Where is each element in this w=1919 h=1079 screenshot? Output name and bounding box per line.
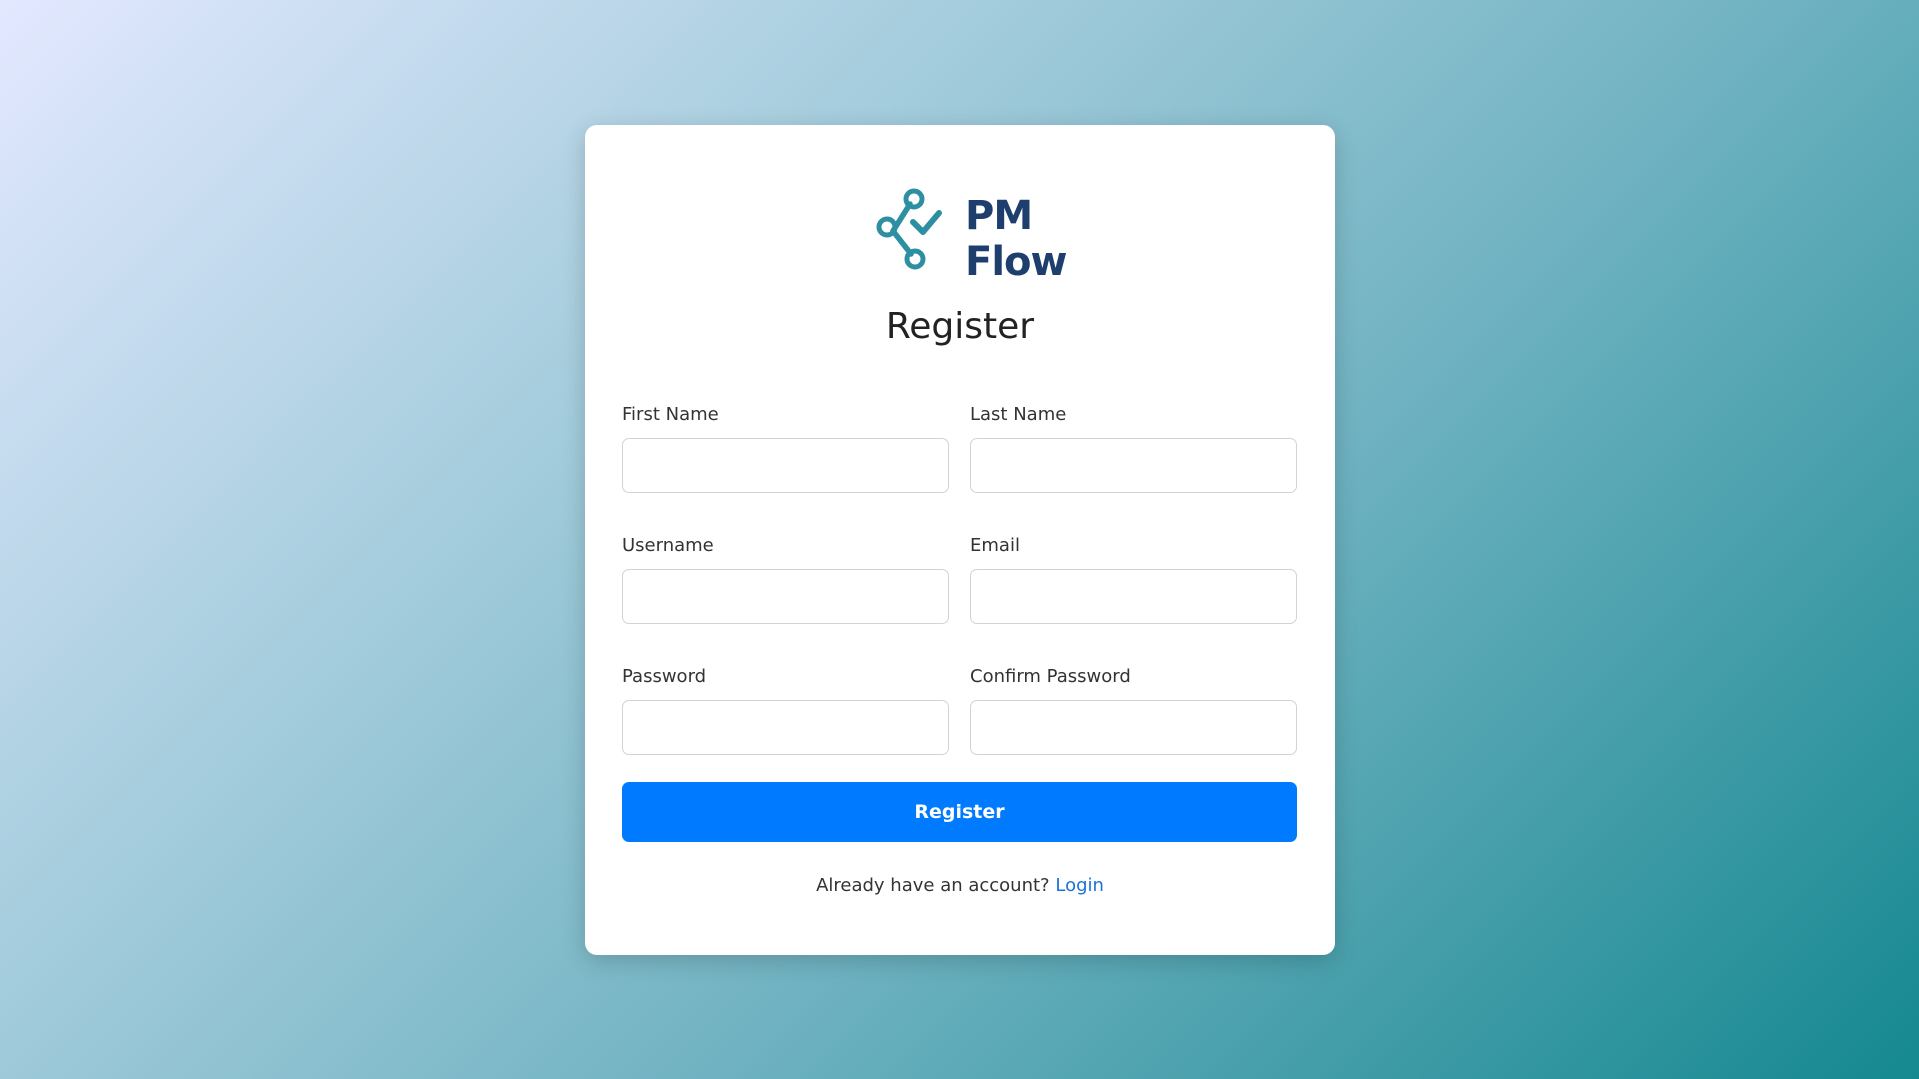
first-name-group: First Name [622, 402, 949, 493]
password-group-inner: Password [622, 664, 949, 755]
confirm-password-group: Confirm Password [970, 664, 1297, 755]
confirm-password-label: Confirm Password [970, 666, 1131, 687]
password-label: Password [622, 666, 707, 687]
brand-line-1: PM [965, 193, 1033, 239]
first-name-input[interactable] [622, 438, 949, 493]
first-name-label: First Name [622, 404, 719, 425]
register-card: PM Flow Register First Name Last Name Us… [585, 125, 1335, 955]
pmflow-logo: PM Flow [875, 187, 1067, 285]
username-input[interactable] [622, 569, 949, 624]
email-input[interactable] [970, 569, 1297, 624]
page-title: Register [885, 306, 1035, 347]
email-label: Email [970, 535, 1020, 556]
login-link[interactable]: Login [1055, 875, 1104, 896]
password-input[interactable] [622, 700, 949, 755]
username-group: Username [622, 533, 949, 624]
brand-name: PM Flow [965, 193, 1067, 285]
login-prompt-text: Already have an account? [816, 875, 1050, 896]
confirm-password-input[interactable] [970, 700, 1297, 755]
username-label: Username [622, 535, 714, 556]
workflow-check-icon [876, 188, 942, 270]
last-name-group: Last Name [970, 402, 1297, 493]
login-prompt: Already have an account? Login [585, 873, 1335, 899]
last-name-input[interactable] [970, 438, 1297, 493]
brand-line-2: Flow [965, 239, 1067, 285]
last-name-label: Last Name [970, 404, 1067, 425]
email-group: Email [970, 533, 1297, 624]
register-button[interactable]: Register [622, 782, 1297, 842]
